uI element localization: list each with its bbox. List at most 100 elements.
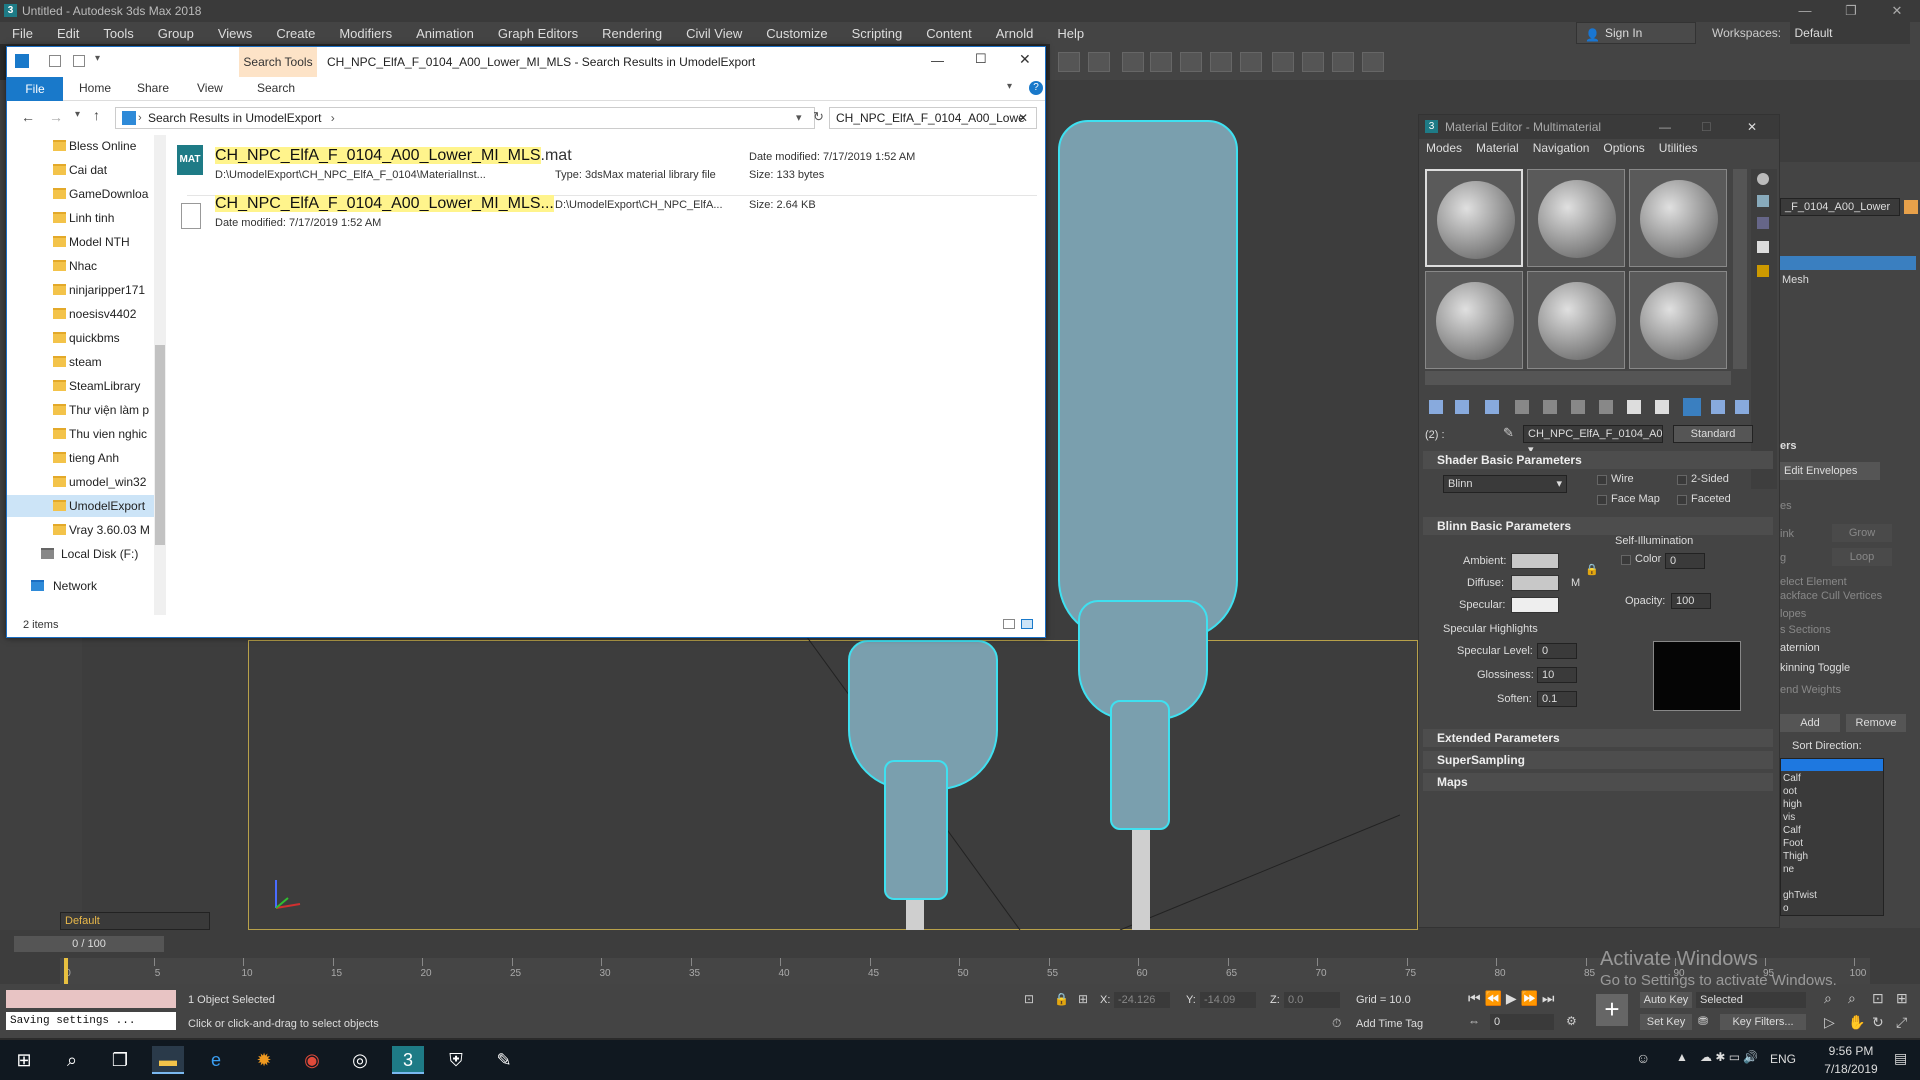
play-icon[interactable]: ▶ — [1506, 990, 1517, 1006]
show-end-result-icon[interactable] — [1683, 398, 1701, 416]
tab-share[interactable]: Share — [137, 81, 169, 95]
diffuse-map-button[interactable]: M — [1571, 577, 1580, 589]
properties-icon[interactable] — [49, 55, 61, 67]
layer-dropdown[interactable]: Default — [60, 912, 210, 930]
clock-time[interactable]: 9:56 PM — [1816, 1044, 1886, 1058]
nav-item[interactable]: Thư viện làm p — [7, 399, 157, 421]
pan-icon[interactable]: ✋ — [1848, 1014, 1865, 1031]
close-icon[interactable]: ✕ — [1874, 0, 1920, 22]
backlight-icon[interactable] — [1757, 195, 1769, 207]
material-editor-icon[interactable] — [1210, 52, 1232, 72]
address-dropdown-icon[interactable]: ▾ — [796, 108, 802, 128]
nav-item[interactable]: GameDownloa — [7, 183, 157, 205]
ribbon-expand-icon[interactable]: ▾ — [1007, 81, 1012, 92]
slot-scrollbar[interactable] — [1733, 169, 1747, 369]
menu-help[interactable]: Help — [1045, 26, 1096, 41]
nav-item[interactable]: Thu vien nghic — [7, 423, 157, 445]
nav-item[interactable]: Local Disk (F:) — [7, 543, 157, 565]
3dsmax-taskbar-icon[interactable]: 3 — [392, 1046, 424, 1074]
up-icon[interactable]: ↑ — [93, 107, 100, 123]
selection-lock-icon[interactable]: 🔒 — [1054, 992, 1069, 1006]
self-illum-color-checkbox[interactable] — [1621, 555, 1631, 565]
mated-menu-modes[interactable]: Modes — [1419, 139, 1469, 159]
show-map-icon[interactable] — [1655, 400, 1669, 414]
lock-icon[interactable]: 🔒 — [1585, 563, 1599, 576]
put-to-scene-icon[interactable] — [1455, 400, 1469, 414]
bone-list-item[interactable]: ghTwist — [1783, 890, 1817, 901]
menu-civil-view[interactable]: Civil View — [674, 26, 754, 41]
menu-content[interactable]: Content — [914, 26, 984, 41]
workspaces-selector[interactable]: Workspaces: Default — [1712, 22, 1911, 44]
scrollbar-thumb[interactable] — [155, 345, 165, 545]
backface-cull-label[interactable]: ackface Cull Vertices — [1780, 590, 1882, 602]
zoom-extents-icon[interactable]: ⊡ — [1872, 990, 1884, 1007]
menu-edit[interactable]: Edit — [45, 26, 91, 41]
large-icons-view-icon[interactable] — [1021, 619, 1033, 629]
minimize-icon[interactable]: — — [1782, 0, 1828, 22]
next-frame-icon[interactable]: ⏩ — [1521, 990, 1538, 1006]
render-iterative-icon[interactable] — [1332, 52, 1354, 72]
skinning-toggle-label[interactable]: kinning Toggle — [1780, 662, 1850, 674]
rollout-supersampling[interactable]: SuperSampling — [1423, 751, 1773, 769]
select-element-label[interactable]: elect Element — [1780, 576, 1847, 588]
nav-item[interactable]: tieng Anh — [7, 447, 157, 469]
copy-material-icon[interactable] — [1543, 400, 1557, 414]
app-paint-icon[interactable]: ✎ — [488, 1046, 520, 1074]
edge-icon[interactable]: e — [200, 1046, 232, 1074]
restore-icon[interactable]: ❐ — [1828, 0, 1874, 22]
time-tag-icon[interactable]: ⏱ — [1332, 1016, 1341, 1031]
material-name-field[interactable]: CH_NPC_ElfA_F_0104_A0 ▾ — [1523, 425, 1663, 456]
menu-modifiers[interactable]: Modifiers — [327, 26, 404, 41]
tab-search[interactable]: Search — [257, 81, 295, 95]
auto-key-button[interactable]: Auto Key — [1640, 992, 1692, 1008]
bone-list-item[interactable]: Foot — [1783, 838, 1803, 849]
face-map-checkbox[interactable] — [1597, 495, 1607, 505]
modifier-mesh[interactable]: Mesh — [1782, 274, 1809, 286]
parameters-rollout[interactable]: ers — [1780, 440, 1797, 452]
set-key-button[interactable]: Set Key — [1640, 1014, 1692, 1030]
people-icon[interactable]: ☺ — [1636, 1050, 1650, 1066]
opacity-spinner[interactable]: 100 — [1671, 593, 1711, 609]
y-coordinate-field[interactable]: -14.09 — [1200, 992, 1256, 1008]
mated-menu-material[interactable]: Material — [1469, 139, 1526, 159]
slot-hscrollbar[interactable] — [1425, 371, 1731, 385]
menu-tools[interactable]: Tools — [91, 26, 145, 41]
refresh-icon[interactable]: ↻ — [813, 109, 824, 125]
nav-item[interactable]: Model NTH — [7, 231, 157, 253]
app-badge-icon[interactable]: ⛨ — [440, 1046, 472, 1074]
field-of-view-icon[interactable]: ▷ — [1824, 1014, 1835, 1031]
mated-minimize-icon[interactable]: — — [1659, 115, 1671, 139]
nav-item[interactable]: Bless Online — [7, 135, 157, 157]
graphite-icon[interactable] — [1122, 52, 1144, 72]
shader-type-dropdown[interactable]: Blinn ▾ — [1443, 475, 1567, 493]
menu-group[interactable]: Group — [146, 26, 206, 41]
navigation-scrollbar[interactable] — [154, 135, 166, 615]
nav-item[interactable]: noesisv4402 — [7, 303, 157, 325]
nav-item[interactable]: UmodelExport — [7, 495, 157, 517]
nav-item[interactable]: umodel_win32 — [7, 471, 157, 493]
key-filters-button[interactable]: Key Filters... — [1720, 1014, 1806, 1030]
nav-item[interactable]: Linh tinh — [7, 207, 157, 229]
new-folder-icon[interactable] — [73, 55, 85, 67]
layer-explorer-icon[interactable] — [1058, 52, 1080, 72]
explorer-close-icon[interactable]: ✕ — [1019, 51, 1031, 68]
wire-checkbox[interactable] — [1597, 475, 1607, 485]
show-hidden-icons[interactable]: ▲ — [1676, 1050, 1688, 1064]
chrome-icon[interactable]: ◉ — [296, 1046, 328, 1074]
sample-uv-icon[interactable] — [1757, 241, 1769, 253]
absolute-mode-icon[interactable]: ⊞ — [1078, 992, 1088, 1006]
menu-create[interactable]: Create — [264, 26, 327, 41]
time-config-icon[interactable]: ⚙ — [1566, 1014, 1577, 1028]
mated-close-icon[interactable]: ✕ — [1747, 115, 1757, 139]
menu-graph-editors[interactable]: Graph Editors — [486, 26, 590, 41]
soften-spinner[interactable]: 0.1 — [1537, 691, 1577, 707]
assign-material-icon[interactable] — [1485, 400, 1499, 414]
bone-list-item[interactable]: Calf — [1783, 825, 1801, 836]
menu-scripting[interactable]: Scripting — [840, 26, 915, 41]
specular-level-spinner[interactable]: 0 — [1537, 643, 1577, 659]
menu-animation[interactable]: Animation — [404, 26, 486, 41]
go-to-start-icon[interactable]: ⏮ — [1468, 990, 1481, 1006]
filters-icon[interactable]: ⛃ — [1698, 1014, 1708, 1028]
mated-menu-options[interactable]: Options — [1596, 139, 1651, 159]
tab-view[interactable]: View — [197, 81, 223, 95]
